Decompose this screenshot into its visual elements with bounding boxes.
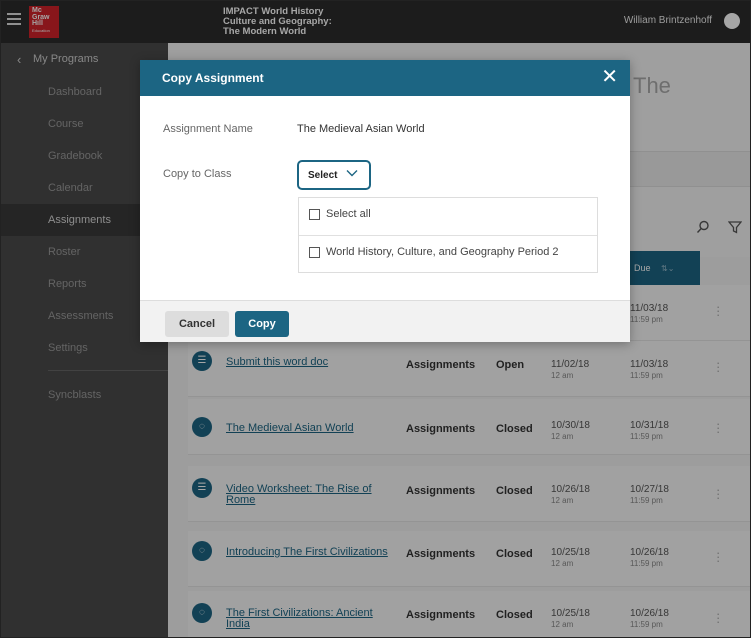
copy-button[interactable]: Copy xyxy=(235,311,289,337)
dialog-header: Copy Assignment ✕ xyxy=(140,60,630,96)
dialog-footer: Cancel Copy xyxy=(140,300,630,342)
assignment-name-label: Assignment Name xyxy=(163,123,253,135)
select-all-checkbox[interactable] xyxy=(309,209,320,220)
option-select-all[interactable]: Select all xyxy=(299,198,597,234)
class-checkbox[interactable] xyxy=(309,247,320,258)
close-icon[interactable]: ✕ xyxy=(601,66,618,88)
copy-assignment-dialog: Copy Assignment ✕ Assignment Name The Me… xyxy=(140,60,630,342)
option-class-period-2[interactable]: World History, Culture, and Geography Pe… xyxy=(299,236,597,272)
copy-to-class-label: Copy to Class xyxy=(163,168,232,180)
option-label: World History, Culture, and Geography Pe… xyxy=(326,246,559,258)
class-dropdown-menu: Select all World History, Culture, and G… xyxy=(298,197,598,273)
assignment-name-value: The Medieval Asian World xyxy=(297,123,425,135)
option-label: Select all xyxy=(326,208,371,220)
app-window: Mc Graw Hill Education IMPACT World Hist… xyxy=(0,0,751,638)
cancel-button[interactable]: Cancel xyxy=(165,311,229,337)
class-select-value: Select xyxy=(308,170,338,181)
dialog-title: Copy Assignment xyxy=(162,71,264,85)
class-select[interactable]: Select xyxy=(297,160,371,190)
chevron-down-icon xyxy=(346,170,358,177)
